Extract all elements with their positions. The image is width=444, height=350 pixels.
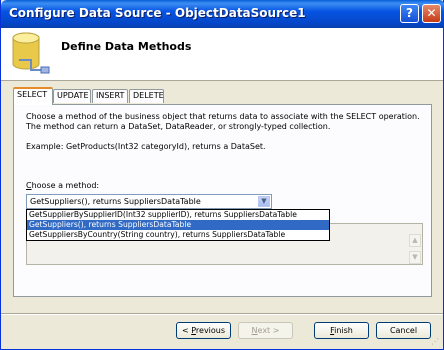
scroll-down-icon[interactable]: ▼: [409, 251, 421, 264]
title-bar[interactable]: Configure Data Source - ObjectDataSource…: [1, 0, 444, 28]
method-description: Choose a method of the business object t…: [26, 112, 420, 131]
cancel-button[interactable]: Cancel: [376, 322, 431, 339]
tab-delete[interactable]: DELETE: [129, 89, 164, 103]
footer-divider: [1, 313, 443, 315]
help-button[interactable]: ?: [400, 4, 419, 23]
next-button-label: Next >: [251, 326, 280, 335]
method-dropdown-list: GetSupplierBySupplierID(Int32 supplierID…: [26, 209, 330, 241]
previous-button[interactable]: < Previous: [176, 322, 231, 339]
method-select-value: GetSuppliers(), returns SuppliersDataTab…: [30, 197, 201, 206]
resize-grip-icon[interactable]: ⋰: [431, 337, 441, 347]
method-option-selected[interactable]: GetSuppliers(), returns SuppliersDataTab…: [27, 220, 329, 230]
scroll-up-icon[interactable]: ▲: [409, 234, 421, 247]
method-option[interactable]: GetSuppliersByCountry(String country), r…: [27, 230, 329, 240]
tab-select[interactable]: SELECT: [13, 87, 53, 105]
next-button[interactable]: Next >: [238, 322, 293, 339]
finish-button[interactable]: Finish: [314, 322, 369, 339]
choose-method-label-rest: hoose a method:: [31, 181, 100, 190]
select-tab-panel: Choose a method of the business object t…: [13, 104, 432, 297]
method-select[interactable]: GetSuppliers(), returns SuppliersDataTab…: [26, 194, 272, 209]
finish-button-label: Finish: [330, 326, 353, 335]
wizard-header: Define Data Methods: [1, 28, 443, 81]
chevron-down-icon[interactable]: ▼: [258, 196, 270, 207]
close-button[interactable]: ✕: [422, 4, 441, 23]
tab-update[interactable]: UPDATE: [53, 89, 91, 103]
window-title: Configure Data Source - ObjectDataSource…: [9, 6, 306, 20]
method-option[interactable]: GetSupplierBySupplierID(Int32 supplierID…: [27, 210, 329, 220]
tab-insert[interactable]: INSERT: [92, 89, 128, 103]
previous-button-label: < Previous: [181, 326, 226, 335]
database-icon: [12, 32, 50, 74]
example-text: Example: GetProducts(Int32 categoryId), …: [26, 142, 266, 151]
page-title: Define Data Methods: [61, 40, 192, 53]
choose-method-label: Choose a method:: [26, 181, 100, 190]
dialog-window: Configure Data Source - ObjectDataSource…: [0, 0, 444, 350]
